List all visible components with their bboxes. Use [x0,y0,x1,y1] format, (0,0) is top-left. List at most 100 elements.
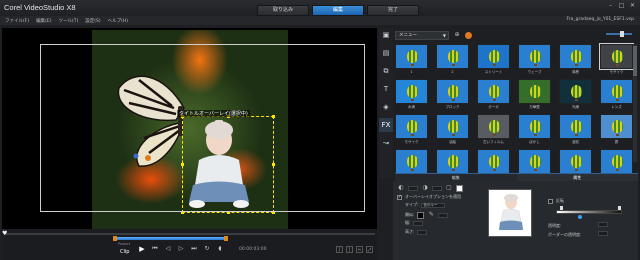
effect-thumbnail[interactable] [600,114,633,139]
trim-end-handle[interactable] [224,236,228,241]
menu-settings[interactable]: 設定(S) [85,18,100,24]
opacity-spin-field[interactable] [432,185,442,191]
trim-start-handle[interactable] [113,236,117,241]
effect-thumbnail[interactable] [559,114,592,139]
step-edit[interactable]: 編集 [312,5,364,16]
library-item[interactable]: レンズ [600,79,633,110]
gradient-start-knob[interactable] [560,206,563,210]
media-icon[interactable]: ▣ [379,28,393,42]
mode-project-label[interactable]: Project [118,242,130,247]
fx-icon[interactable]: FX [379,118,393,132]
apply-overlay-checkbox[interactable] [397,194,402,200]
effect-thumbnail[interactable] [477,79,510,104]
gradient-thumb[interactable] [578,215,582,219]
scrubber-track[interactable] [4,233,375,235]
effect-thumbnail[interactable] [559,79,592,104]
effect-thumbnail[interactable] [436,149,469,174]
menu-file[interactable]: ファイル(F) [5,18,29,24]
type-select[interactable]: 色のキー [421,202,446,208]
effect-thumbnail[interactable] [395,114,428,139]
menu-tools[interactable]: ツール(T) [58,18,78,24]
mask-icon[interactable]: ◐ [397,184,405,192]
thumbnail-size-knob[interactable] [620,31,624,37]
library-item[interactable]: モザイク [599,43,634,75]
enlarge-preview-icon[interactable]: ⤢ [366,246,373,253]
effect-thumbnail[interactable] [395,44,428,69]
repeat-icon[interactable]: ↻ [203,245,211,253]
transparency-spin-field[interactable] [598,222,608,227]
similarity-spin-field[interactable] [438,212,449,218]
gradient-end-knob[interactable] [618,206,621,210]
step-capture[interactable]: 取り込み [257,5,309,16]
category-dropdown[interactable]: メニュー ▼ [395,30,449,40]
mark-out-icon[interactable]: ] [346,246,353,253]
title-icon[interactable]: T [379,82,393,96]
effect-thumbnail[interactable] [559,44,592,69]
library-item[interactable]: 1 [395,44,428,75]
menu-help[interactable]: ヘルプ(H) [108,18,128,24]
next-frame-icon[interactable]: ▷ [177,245,185,253]
border-transparency-spin-field[interactable] [598,231,608,236]
height-spin-field[interactable] [417,229,428,235]
minimize-icon[interactable]: – [606,2,615,10]
effect-thumbnail[interactable] [599,43,634,70]
tab-attribute[interactable]: 属性 [516,173,638,181]
library-item[interactable]: 古いフィルム [477,114,510,145]
library-item[interactable]: 万華鏡 [518,79,551,110]
add-icon[interactable]: ⊕ [453,31,461,39]
library-item[interactable]: 2 [436,44,469,75]
effect-thumbnail[interactable] [600,79,633,104]
library-item[interactable]: ガーガ [477,79,510,110]
effect-thumbnail[interactable] [518,44,551,69]
library-item[interactable]: ブロック [436,79,469,110]
end-icon[interactable]: ⏭ [190,245,198,253]
library-item[interactable]: 渦巻 [559,44,592,75]
effect-thumbnail[interactable] [395,149,428,174]
home-icon[interactable]: ⏮ [151,245,159,253]
menu-edit[interactable]: 編集(E) [36,18,51,24]
library-item[interactable]: 油絵 [436,114,469,145]
effect-thumbnail[interactable] [436,114,469,139]
library-item[interactable]: 霧 [600,114,633,145]
mode-clip-label[interactable]: Clip [120,249,129,255]
instant-project-icon[interactable]: ▤ [379,46,393,60]
width-spin-field[interactable] [413,220,424,226]
library-item[interactable]: 波紋 [559,114,592,145]
border-color-swatch[interactable] [456,184,463,192]
trim-range-bar[interactable] [115,237,226,240]
previous-frame-icon[interactable]: ◁ [164,245,172,253]
effect-thumbnail[interactable] [518,149,551,174]
effect-thumbnail[interactable] [477,114,510,139]
effect-thumbnail[interactable] [436,79,469,104]
library-item[interactable]: 水滴 [395,79,428,110]
invert-checkbox[interactable] [548,198,553,204]
timecode[interactable]: 00:00:03:00 [239,247,266,252]
transition-icon[interactable]: ⧉ [379,64,393,78]
graphics-icon[interactable]: ◈ [379,100,393,114]
library-item[interactable]: ストリート [477,44,510,75]
library-item[interactable]: 光線 [559,79,592,110]
preview-mode-toggle[interactable]: Project [118,242,130,247]
overlay-spin-field[interactable] [408,185,418,191]
effect-thumbnail[interactable] [477,44,510,69]
eyedropper-icon[interactable]: ✎ [427,211,435,219]
get-more-icon[interactable] [465,31,472,39]
mark-in-icon[interactable]: [ [336,246,343,253]
close-icon[interactable]: ✕ [628,2,637,10]
effect-thumbnail[interactable] [518,79,551,104]
effect-thumbnail[interactable] [518,114,551,139]
effect-thumbnail[interactable] [477,149,510,174]
path-icon[interactable]: ↝ [379,136,393,150]
key-color-swatch[interactable] [417,211,425,219]
opacity-icon[interactable]: ◑ [421,184,429,192]
split-icon[interactable]: ✂ [356,246,363,253]
effect-thumbnail[interactable] [436,44,469,69]
border-icon[interactable]: ▢ [445,184,453,192]
volume-icon[interactable]: ◖ [216,245,224,253]
library-item[interactable]: ウェーブ [518,44,551,75]
library-scroll-thumb[interactable] [633,46,637,76]
effect-thumbnail[interactable] [559,149,592,174]
library-item[interactable]: モザイク [395,114,428,145]
play-icon[interactable]: ▶ [138,245,146,253]
gradient-range-bar[interactable] [556,210,622,214]
